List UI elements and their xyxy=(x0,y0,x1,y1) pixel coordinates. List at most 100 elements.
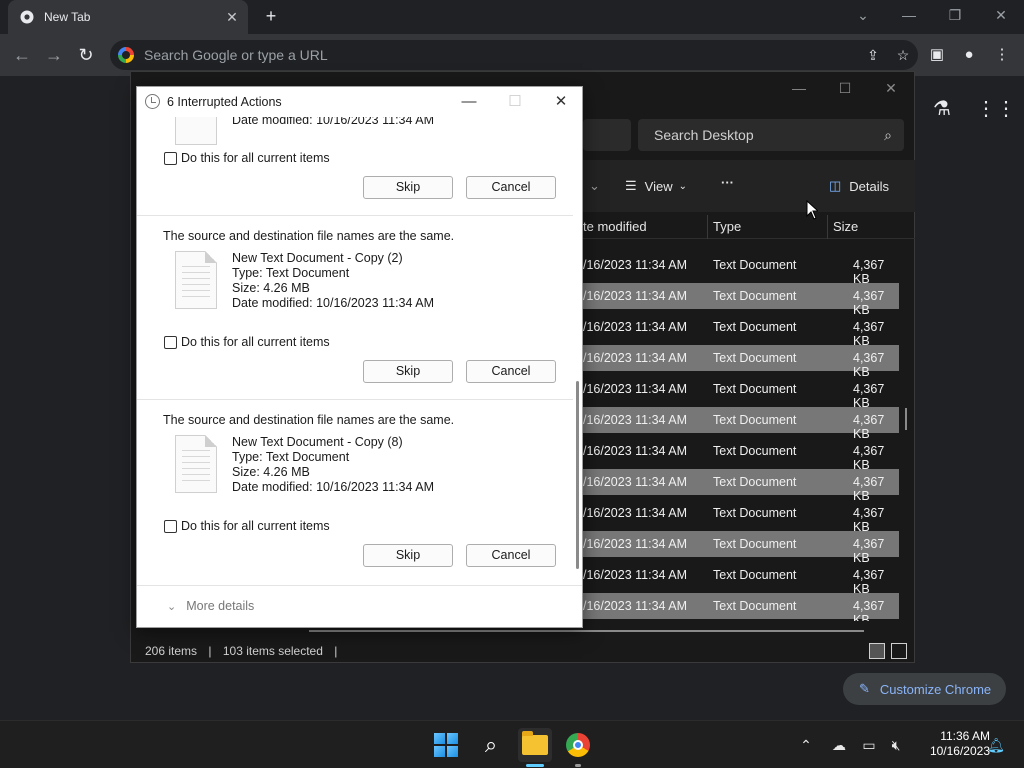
view-button[interactable]: ☰ View ⌄ xyxy=(625,178,687,194)
forward-icon[interactable]: → xyxy=(42,43,66,67)
row-size: 4,367 KB xyxy=(853,382,885,410)
start-button[interactable] xyxy=(429,728,463,762)
taskbar-clock[interactable]: 11:36 AM 10/16/2023 xyxy=(910,729,990,759)
large-icons-view-icon[interactable] xyxy=(891,643,907,659)
table-row[interactable]: /16/2023 11:34 AM Text Document 4,367 KB xyxy=(583,252,899,286)
text-file-icon xyxy=(175,251,217,309)
explorer-minimize-icon[interactable]: — xyxy=(779,76,819,100)
table-row[interactable]: /16/2023 11:34 AM Text Document 4,367 KB xyxy=(583,531,899,565)
file-date-modified: Date modified: 10/16/2023 11:34 AM xyxy=(232,480,434,494)
restore-icon[interactable]: ❐ xyxy=(943,4,967,26)
row-size: 4,367 KB xyxy=(853,413,885,441)
table-row[interactable]: /16/2023 11:34 AM Text Document 4,367 KB xyxy=(583,407,899,441)
network-icon[interactable]: ▭ xyxy=(859,735,879,755)
row-date-modified: /16/2023 11:34 AM xyxy=(583,351,688,365)
dialog-maximize-icon: ☐ xyxy=(508,93,522,110)
customize-chrome-label: Customize Chrome xyxy=(879,681,992,697)
do-for-all-checkbox[interactable] xyxy=(164,520,177,533)
show-hidden-icons-icon[interactable]: ⌃ xyxy=(796,735,816,755)
dialog-scrollbar[interactable] xyxy=(573,117,582,585)
skip-button[interactable]: Skip xyxy=(363,544,453,567)
profile-icon[interactable]: ● xyxy=(958,44,980,66)
cancel-button[interactable]: Cancel xyxy=(466,360,556,383)
close-icon[interactable]: ✕ xyxy=(989,4,1013,26)
view-list-icon: ☰ xyxy=(625,178,637,193)
table-row[interactable]: /16/2023 11:34 AM Text Document 4,367 KB xyxy=(583,469,899,503)
more-details-toggle[interactable]: ⌄ More details xyxy=(167,599,254,613)
details-pane-button[interactable]: ◫ Details xyxy=(829,178,889,194)
column-date-modified[interactable]: te modified xyxy=(583,219,647,234)
chrome-toolbar: ← → ↻ Search Google or type a URL ⇪ ☆ ▣ … xyxy=(0,34,1024,76)
dialog-minimize-icon[interactable]: — xyxy=(449,91,489,113)
search-placeholder: Search Desktop xyxy=(654,127,754,143)
skip-button[interactable]: Skip xyxy=(363,176,453,199)
tab-close-icon[interactable]: ✕ xyxy=(222,9,242,26)
onedrive-icon[interactable]: ☁ xyxy=(829,735,849,755)
more-options-button[interactable]: ··· xyxy=(721,175,734,190)
row-size: 4,367 KB xyxy=(853,289,885,317)
cancel-button[interactable]: Cancel xyxy=(466,544,556,567)
column-type[interactable]: Type xyxy=(713,219,741,234)
table-row[interactable]: /16/2023 11:34 AM Text Document 4,367 KB xyxy=(583,376,899,410)
dialog-close-icon[interactable]: ✕ xyxy=(541,91,581,113)
sort-chevron-icon[interactable]: ⌄ xyxy=(589,178,600,194)
row-date-modified: /16/2023 11:34 AM xyxy=(583,289,688,303)
do-for-all-checkbox[interactable] xyxy=(164,152,177,165)
new-tab-button[interactable]: + xyxy=(260,5,282,27)
explorer-close-icon[interactable]: ✕ xyxy=(871,76,911,100)
column-size[interactable]: Size xyxy=(833,219,858,234)
reload-icon[interactable]: ↻ xyxy=(74,43,98,67)
table-row[interactable]: /16/2023 11:34 AM Text Document 4,367 KB xyxy=(583,438,899,472)
chrome-taskbar-button[interactable] xyxy=(561,728,595,762)
labs-icon[interactable]: ⚗ xyxy=(928,96,956,124)
explorer-maximize-icon[interactable]: ☐ xyxy=(825,76,865,100)
table-row[interactable]: /16/2023 11:34 AM Text Document 4,367 KB xyxy=(583,500,899,534)
customize-chrome-button[interactable]: ✎ Customize Chrome xyxy=(843,673,1006,705)
table-row[interactable]: /16/2023 11:34 AM Text Document 4,367 KB xyxy=(583,345,899,379)
do-for-all-label: Do this for all current items xyxy=(181,151,330,165)
table-row[interactable]: /16/2023 11:34 AM Text Document 4,367 KB xyxy=(583,562,899,596)
address-field[interactable] xyxy=(583,119,631,151)
apps-grid-icon[interactable]: ⋮⋮⋮ xyxy=(976,96,1024,124)
do-for-all-label: Do this for all current items xyxy=(181,519,330,533)
search-desktop-input[interactable]: Search Desktop ⌕ xyxy=(638,119,904,151)
do-for-all-checkbox[interactable] xyxy=(164,336,177,349)
chevron-down-icon: ⌄ xyxy=(167,600,177,613)
text-file-icon xyxy=(175,117,217,145)
horizontal-scrollbar[interactable] xyxy=(309,630,864,632)
file-name: New Text Document - Copy (2) xyxy=(232,251,403,265)
row-type: Text Document xyxy=(713,475,797,489)
dialog-scroll-thumb[interactable] xyxy=(576,381,579,569)
table-row[interactable]: /16/2023 11:34 AM Text Document 4,367 KB xyxy=(583,283,899,317)
address-bar[interactable]: Search Google or type a URL ⇪ ☆ xyxy=(110,40,918,70)
tab-new-tab[interactable]: New Tab ✕ xyxy=(8,0,248,34)
table-row[interactable]: /16/2023 11:34 AM Text Document 4,367 KB xyxy=(583,593,899,621)
row-size: 4,367 KB xyxy=(853,599,885,621)
minimize-icon[interactable]: — xyxy=(897,4,921,26)
cancel-button[interactable]: Cancel xyxy=(466,176,556,199)
file-name: New Text Document - Copy (8) xyxy=(232,435,403,449)
clock-icon xyxy=(145,94,160,109)
bookmark-star-icon[interactable]: ☆ xyxy=(888,47,918,64)
share-icon[interactable]: ⇪ xyxy=(858,47,888,64)
clock-time: 11:36 AM xyxy=(940,729,990,743)
vertical-scrollbar[interactable] xyxy=(905,408,907,430)
skip-button[interactable]: Skip xyxy=(363,360,453,383)
search-taskbar-icon[interactable]: ⌕ xyxy=(474,728,508,762)
table-row[interactable]: /16/2023 11:34 AM Text Document 4,367 KB xyxy=(583,314,899,348)
file-date-modified: Date modified: 10/16/2023 11:34 AM xyxy=(232,117,434,127)
text-file-icon xyxy=(175,435,217,493)
tab-search-icon[interactable]: ⌄ xyxy=(851,4,875,26)
row-size: 4,367 KB xyxy=(853,475,885,503)
row-date-modified: /16/2023 11:34 AM xyxy=(583,537,688,551)
windows-logo-icon xyxy=(434,733,458,757)
menu-icon[interactable]: ⋮ xyxy=(991,44,1013,66)
back-icon[interactable]: ← xyxy=(10,43,34,67)
volume-muted-icon[interactable]: 🔇︎ xyxy=(886,735,906,755)
notifications-bell-icon[interactable]: 🔔︎ xyxy=(986,735,1006,755)
details-view-icon[interactable] xyxy=(869,643,885,659)
side-panel-icon[interactable]: ▣ xyxy=(926,44,948,66)
item-count: 206 items xyxy=(145,644,198,658)
conflict-item: The source and destination file names ar… xyxy=(137,399,573,583)
file-explorer-taskbar-button[interactable] xyxy=(518,728,552,762)
